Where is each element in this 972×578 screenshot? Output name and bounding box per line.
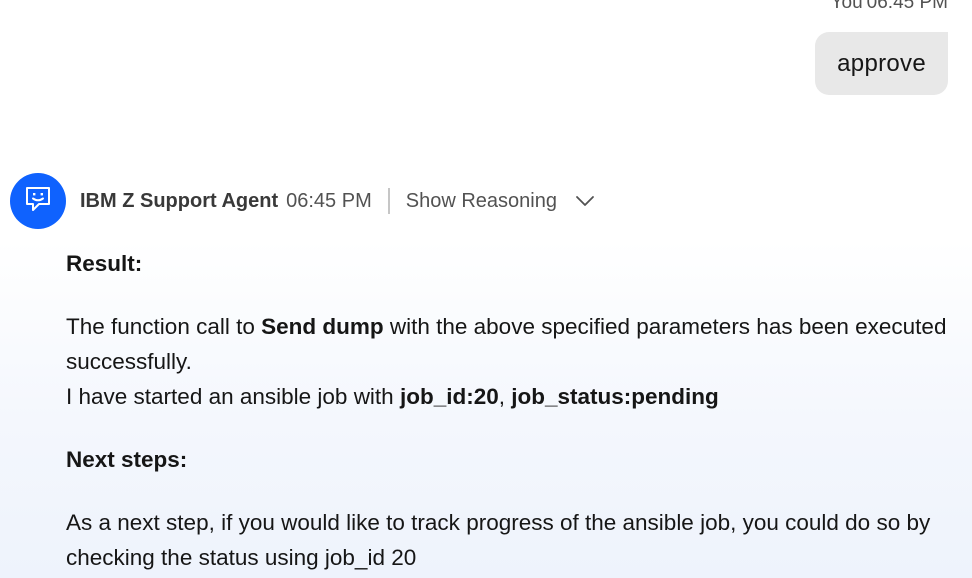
user-message-meta: You 06:45 PM [827,0,948,14]
agent-message-header: IBM Z Support Agent 06:45 PM Show Reason… [10,173,595,229]
function-name: Send dump [261,314,384,339]
next-steps-heading: Next steps: [66,447,188,472]
user-sender-name: You [830,0,863,13]
job-status-value: job_status:pending [511,384,719,409]
result-line2-prefix: I have started an ansible job with [66,384,400,409]
header-divider [387,188,390,214]
agent-message-body: Result: The function call to Send dump w… [66,246,962,575]
result-heading: Result: [66,251,143,276]
user-message-bubble: approve [815,32,948,95]
result-line2-separator: , [498,384,512,409]
chevron-down-icon [575,195,595,207]
job-id-value: job_id:20 [399,384,499,409]
agent-message-time: 06:45 PM [286,189,372,212]
chat-bot-icon [23,184,53,219]
show-reasoning-toggle[interactable]: Show Reasoning [406,190,595,213]
show-reasoning-label: Show Reasoning [405,189,557,212]
result-line1-prefix: The function call to [66,314,262,339]
user-message-time: 06:45 PM [866,0,948,13]
next-steps-paragraph: As a next step, if you would like to tra… [66,510,931,570]
result-paragraph: The function call to Send dump with the … [66,309,962,414]
agent-name: IBM Z Support Agent [80,189,279,212]
agent-avatar [10,173,66,229]
chat-transcript: You 06:45 PM approve IBM Z Support Agent … [0,0,972,578]
